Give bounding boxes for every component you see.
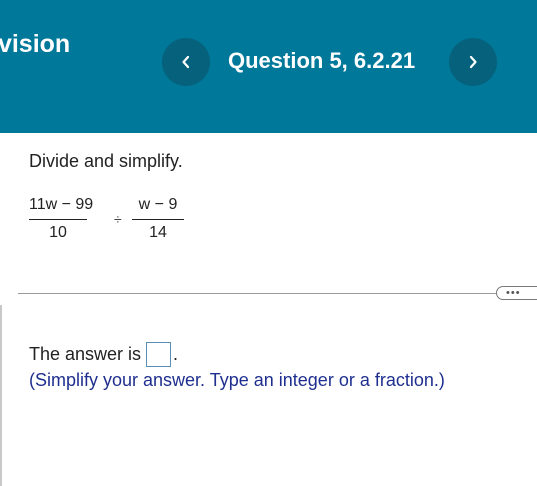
problem-prompt: Divide and simplify. [29, 151, 183, 171]
fraction-2: w − 9 14 [132, 196, 184, 242]
chevron-left-icon [182, 55, 190, 69]
question-label: Question 5, 6.2.21 [228, 48, 416, 73]
next-question-button[interactable] [449, 38, 497, 86]
header-bar: ivision Question 5, 6.2.21 [0, 0, 537, 133]
fraction-1-denominator: 10 [49, 224, 67, 241]
division-operator: ÷ [114, 211, 122, 227]
fraction-1-numerator: 11w − 99 [29, 196, 94, 213]
fraction-1-bar [29, 219, 87, 220]
left-edge-rule [0, 305, 2, 486]
more-options-button[interactable]: ••• [496, 286, 537, 300]
assignment-title: ivision [0, 30, 71, 58]
fraction-2-numerator: w − 9 [138, 196, 178, 213]
chevron-right-icon [469, 55, 477, 69]
fraction-2-denominator: 14 [149, 224, 167, 241]
answer-prefix: The answer is [29, 344, 142, 364]
previous-question-button[interactable] [162, 38, 210, 86]
fraction-2-bar [132, 219, 184, 220]
answer-input[interactable] [146, 342, 172, 367]
math-expression: 11w − 99 10 ÷ w − 9 14 [29, 196, 189, 250]
answer-hint: (Simplify your answer. Type an integer o… [29, 370, 445, 390]
section-divider [18, 293, 537, 294]
answer-suffix: . [173, 344, 179, 364]
answer-line: The answer is . [29, 342, 178, 367]
ellipsis-icon: ••• [506, 287, 521, 299]
page: ivision Question 5, 6.2.21 Divide and si… [0, 0, 537, 486]
fraction-1: 11w − 99 10 [29, 196, 94, 242]
